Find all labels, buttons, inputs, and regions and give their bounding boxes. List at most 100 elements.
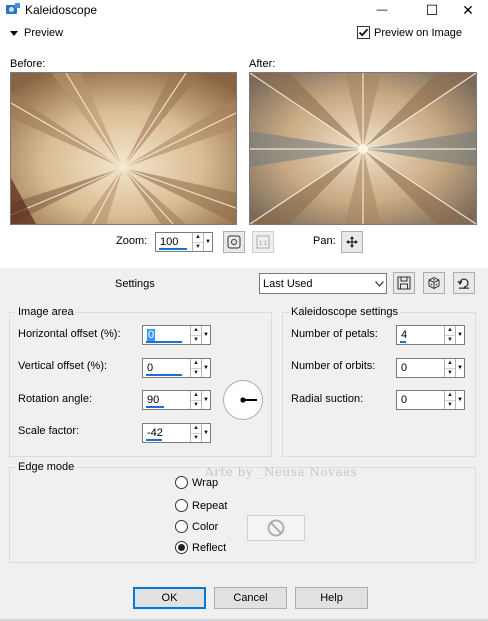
no-color-icon [267, 519, 285, 537]
horizontal-offset-spinner[interactable]: 0 ▲ ▼ ▼ [142, 325, 211, 345]
dropdown-icon[interactable]: ▼ [201, 391, 210, 409]
spin-up-icon[interactable]: ▲ [191, 391, 201, 400]
petals-label: Number of petals: [291, 328, 378, 340]
rotation-angle-value[interactable]: 90 [147, 394, 159, 406]
spin-down-icon[interactable]: ▼ [193, 241, 203, 252]
horizontal-offset-value[interactable]: 0 [147, 329, 156, 341]
radio-circle[interactable] [175, 499, 188, 512]
scale-factor-spinner[interactable]: -42 ▲ ▼ ▼ [142, 423, 211, 443]
zoom-fit-icon [227, 235, 241, 249]
zoom-spinner[interactable]: 100 ▲ ▼ ▼ [155, 232, 213, 252]
spin-up-icon[interactable]: ▲ [445, 326, 455, 335]
checkbox-box[interactable] [357, 26, 370, 39]
rotation-angle-label: Rotation angle: [18, 393, 92, 405]
radio-circle[interactable] [175, 476, 188, 489]
orbits-spinner[interactable]: 0 ▲ ▼ ▼ [396, 358, 465, 378]
petals-value[interactable]: 4 [401, 329, 407, 341]
edge-mode-repeat-label: Repeat [192, 499, 228, 512]
chevron-down-icon [10, 30, 18, 36]
spin-up-icon[interactable]: ▲ [191, 326, 201, 335]
edge-color-swatch[interactable] [247, 515, 305, 541]
spin-up-icon[interactable]: ▲ [445, 359, 455, 368]
after-preview-image[interactable] [249, 72, 477, 225]
radial-suction-spinner[interactable]: 0 ▲ ▼ ▼ [396, 390, 465, 410]
window-title: Kaleidoscope [25, 3, 98, 17]
edge-mode-group [9, 467, 476, 563]
spin-down-icon[interactable]: ▼ [445, 367, 455, 378]
preview-toggle[interactable]: Preview [10, 27, 63, 39]
maximize-icon: ☐ [425, 1, 439, 18]
vertical-offset-label: Vertical offset (%): [18, 360, 108, 372]
help-button-label: Help [320, 592, 343, 604]
ok-button[interactable]: OK [133, 587, 206, 609]
pan-label: Pan: [313, 235, 336, 247]
watermark-text: Arte by _Neusa Novaes [205, 465, 358, 479]
spin-down-icon[interactable]: ▼ [445, 399, 455, 410]
dropdown-icon[interactable]: ▼ [455, 391, 464, 409]
maximize-button[interactable]: ☐ [412, 0, 452, 20]
radio-circle[interactable] [175, 520, 188, 533]
reset-icon [457, 278, 469, 289]
dropdown-icon[interactable]: ▼ [201, 424, 210, 442]
spin-down-icon[interactable]: ▼ [191, 367, 201, 378]
svg-text:1:1: 1:1 [259, 241, 268, 247]
edge-mode-wrap-label: Wrap [192, 476, 219, 489]
ok-button-label: OK [161, 592, 178, 604]
vertical-offset-spinner[interactable]: 0 ▲ ▼ ▼ [142, 358, 211, 378]
orbits-value[interactable]: 0 [401, 362, 407, 374]
settings-label: Settings [115, 278, 155, 290]
zoom-value[interactable]: 100 [160, 236, 178, 248]
radio-circle[interactable] [175, 541, 188, 554]
randomize-button[interactable] [423, 272, 445, 294]
radial-suction-value[interactable]: 0 [401, 394, 407, 406]
image-area-title: Image area [16, 306, 76, 318]
edge-mode-wrap-radio[interactable]: Wrap [175, 476, 218, 489]
spin-down-icon[interactable]: ▼ [445, 334, 455, 345]
dropdown-icon[interactable]: ▼ [455, 326, 464, 344]
help-button[interactable]: Help [295, 587, 368, 609]
spin-down-icon[interactable]: ▼ [191, 334, 201, 345]
spin-up-icon[interactable]: ▲ [445, 391, 455, 400]
petals-spinner[interactable]: 4 ▲ ▼ ▼ [396, 325, 465, 345]
spin-up-icon[interactable]: ▲ [191, 359, 201, 368]
after-label: After: [249, 58, 276, 70]
preset-value: Last Used [263, 277, 313, 290]
edge-mode-reflect-radio[interactable]: Reflect [175, 541, 226, 554]
spin-up-icon[interactable]: ▲ [193, 233, 203, 242]
pan-move-icon [346, 236, 358, 248]
preset-dropdown[interactable]: Last Used [259, 273, 387, 294]
minimize-button[interactable]: — [362, 0, 402, 20]
rotation-angle-spinner[interactable]: 90 ▲ ▼ ▼ [142, 390, 211, 410]
edge-mode-color-radio[interactable]: Color [175, 520, 218, 533]
cancel-button[interactable]: Cancel [214, 587, 287, 609]
spin-up-icon[interactable]: ▲ [191, 424, 201, 433]
vertical-offset-value[interactable]: 0 [147, 362, 153, 374]
edge-mode-reflect-label: Reflect [192, 541, 227, 554]
save-preset-button[interactable] [393, 272, 415, 294]
kaleidoscope-settings-title: Kaleidoscope settings [289, 306, 401, 318]
dropdown-icon[interactable]: ▼ [201, 326, 210, 344]
scale-factor-label: Scale factor: [18, 425, 80, 437]
rotation-dial[interactable] [223, 380, 263, 420]
actual-size-button[interactable]: 1:1 [252, 231, 274, 253]
preview-on-image-checkbox[interactable]: Preview on Image [357, 26, 462, 39]
save-icon [397, 276, 411, 290]
spin-down-icon[interactable]: ▼ [191, 432, 201, 443]
spin-down-icon[interactable]: ▼ [191, 399, 201, 410]
scale-factor-value[interactable]: -42 [147, 427, 163, 439]
close-icon: ✕ [462, 1, 474, 18]
pan-button[interactable] [341, 231, 363, 253]
zoom-to-fit-button[interactable] [223, 231, 245, 253]
preview-on-image-label: Preview on Image [374, 26, 463, 39]
reset-button[interactable] [453, 272, 475, 294]
dice-icon [428, 276, 440, 290]
dropdown-icon[interactable]: ▼ [201, 359, 210, 377]
chevron-down-icon [372, 280, 386, 287]
edge-mode-repeat-radio[interactable]: Repeat [175, 499, 227, 512]
radial-suction-label: Radial suction: [291, 393, 364, 405]
dropdown-icon[interactable]: ▼ [203, 233, 212, 251]
before-preview-image[interactable] [10, 72, 237, 225]
dropdown-icon[interactable]: ▼ [455, 359, 464, 377]
close-button[interactable]: ✕ [448, 0, 488, 20]
app-icon [5, 2, 21, 16]
